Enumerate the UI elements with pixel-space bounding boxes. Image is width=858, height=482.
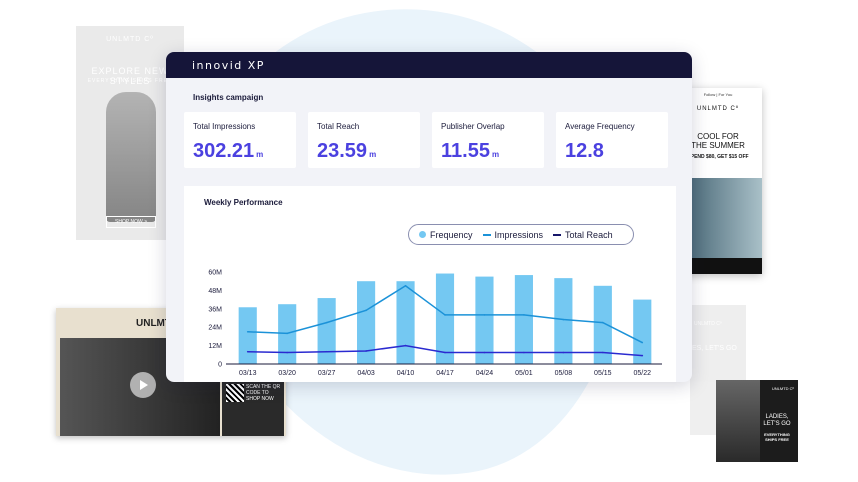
ad-model-image — [716, 380, 760, 462]
ad-headline: LADIES, LET'S GO — [763, 414, 791, 427]
total-reach-line-point — [602, 351, 604, 354]
total-reach-line-point — [325, 350, 328, 353]
reach-line-icon — [553, 233, 562, 236]
impressions-line-point — [641, 341, 644, 344]
total-reach-line-point — [562, 351, 565, 354]
kpi-value: 302.21 m — [193, 140, 263, 163]
frequency-bar — [317, 298, 336, 364]
frequency-bar — [238, 307, 257, 364]
kpi-unit: m — [369, 150, 377, 159]
kpi-label: Average Frequency — [565, 122, 635, 131]
x-tick-label: 03/20 — [278, 370, 296, 377]
frequency-dot-icon — [419, 231, 426, 238]
frequency-bar — [554, 278, 573, 364]
total-reach-line-point — [483, 351, 486, 354]
x-tick-label: 05/15 — [594, 370, 612, 377]
kpi-value: 23.59 m — [317, 140, 376, 163]
x-tick-label: 04/10 — [397, 370, 415, 377]
kpi-unit: m — [256, 150, 264, 159]
x-tick-label: 05/22 — [634, 370, 652, 377]
legend-item-total-reach[interactable]: Total Reach — [553, 230, 613, 240]
kpi-unit: m — [491, 150, 500, 159]
x-tick-label: 04/24 — [476, 370, 494, 377]
kpi-value: 12.8 — [565, 140, 606, 163]
qr-panel: SCAN THE QR CODE TO SHOP NOW — [222, 380, 284, 436]
total-reach-line-point — [365, 350, 367, 352]
y-tick-label: 24M — [208, 325, 222, 332]
impressions-line-point — [404, 285, 407, 287]
ad-headline: IES, LET'S GO — [690, 345, 737, 352]
y-tick-label: 60M — [208, 270, 222, 277]
total-reach-line-point — [523, 351, 525, 354]
campaign-title: Insights campaign — [193, 93, 264, 102]
kpi-label: Total Impressions — [193, 122, 256, 131]
insights-dashboard: innovid XP Insights campaign Total Impre… — [166, 52, 692, 382]
total-reach-line-point — [641, 354, 644, 357]
ad-preview-right-dark: UNLMTD Cº LADIES, LET'S GO EVERYTHING SH… — [716, 380, 798, 462]
kpi-label: Total Reach — [317, 122, 360, 131]
legend-label: Total Reach — [565, 229, 613, 240]
impressions-line-point — [602, 321, 604, 324]
ad-brand: UNLMTD Cº — [694, 321, 722, 327]
x-tick-label: 03/27 — [318, 370, 336, 377]
dashboard-header: innovid XP — [166, 52, 692, 78]
play-icon[interactable] — [130, 372, 156, 398]
ad-shop-button: SHOP NOW > — [106, 216, 156, 228]
kpi-card-total-impressions[interactable]: Total Impressions 302.21 m — [184, 112, 296, 168]
total-reach-line-point — [286, 351, 288, 354]
y-tick-label: 36M — [208, 306, 222, 313]
legend-item-impressions[interactable]: Impressions — [482, 229, 544, 240]
qr-text: SCAN THE QR CODE TO SHOP NOW — [246, 384, 281, 402]
impressions-line-point — [325, 321, 328, 324]
frequency-bar — [435, 273, 455, 364]
x-tick-label: 03/13 — [239, 370, 257, 377]
frequency-bar — [396, 281, 415, 364]
x-tick-label: 05/08 — [555, 370, 573, 377]
kpi-number: 23.59 — [317, 140, 368, 162]
ad-brand: UNLMTD Cº — [106, 36, 154, 43]
impressions-line-point — [286, 332, 288, 335]
total-reach-line-point — [246, 350, 249, 353]
qr-code-icon — [226, 384, 244, 402]
weekly-performance-chart: 0 12M 24M 36M 48M 60M 03/13 03/20 03/27 04/03 04/1… — [208, 270, 662, 377]
innovid-logo[interactable]: innovid XP — [192, 59, 265, 72]
x-tick-label: 04/17 — [436, 370, 454, 377]
kpi-card-average-frequency[interactable]: Average Frequency 12.8 — [556, 112, 668, 168]
legend-item-frequency[interactable]: Frequency — [419, 230, 473, 240]
kpi-number: 11.55 — [441, 140, 490, 162]
weekly-performance-card: 0 12M 24M 36M 48M 60M 03/13 03/20 03/27 04/03 04/1… — [184, 186, 676, 382]
kpi-value: 11.55 m — [441, 140, 499, 163]
y-tick-label: 0 — [218, 362, 222, 369]
x-tick-label: 04/03 — [357, 370, 375, 377]
impressions-line-point — [523, 314, 525, 316]
kpi-row: Total Impressions 302.21 m Total Reach 23… — [184, 112, 668, 168]
kpi-card-publisher-overlap[interactable]: Publisher Overlap 11.55 m — [432, 112, 544, 168]
y-tick-label: 48M — [208, 288, 222, 295]
frequency-bar — [475, 276, 494, 364]
impressions-line-point — [444, 314, 446, 316]
legend-label: Impressions — [494, 229, 544, 240]
total-reach-line-point — [444, 351, 446, 354]
impressions-line-point — [483, 314, 486, 316]
legend-label: Frequency — [430, 229, 473, 240]
impressions-line-point — [246, 331, 249, 333]
x-tick-label: 05/01 — [515, 370, 533, 377]
kpi-card-total-reach[interactable]: Total Reach 23.59 m — [308, 112, 420, 168]
impressions-line-icon — [482, 233, 491, 236]
frequency-bar — [514, 275, 533, 364]
chart-legend: Frequency Impressions Total Reach — [408, 224, 634, 245]
impressions-line-point — [365, 309, 367, 312]
ad-model-image — [106, 92, 156, 222]
y-tick-label: 12M — [208, 343, 222, 350]
kpi-number: 12.8 — [565, 140, 604, 162]
total-reach-line-point — [404, 344, 407, 347]
kpi-number: 302.21 — [193, 140, 255, 162]
chart-title: Weekly Performance — [204, 198, 283, 207]
impressions-line-point — [562, 318, 565, 321]
kpi-label: Publisher Overlap — [441, 122, 505, 131]
ad-brand: UNLMTD Cº — [771, 386, 794, 391]
ad-subheadline: EVERYTHING SHIPS FREE — [764, 432, 790, 442]
